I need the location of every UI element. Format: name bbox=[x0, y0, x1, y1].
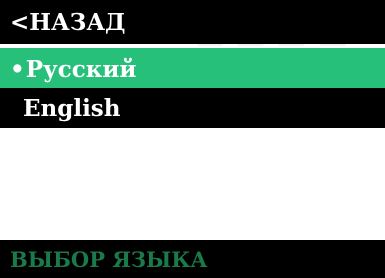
language-menu-screen: <НАЗАД • Русский English ВЫБОР ЯЗЫКА bbox=[0, 0, 385, 278]
screen-title: ВЫБОР ЯЗЫКА bbox=[10, 246, 208, 272]
back-label: <НАЗАД bbox=[10, 8, 126, 36]
back-button[interactable]: <НАЗАД bbox=[0, 0, 385, 44]
language-option-english[interactable]: English bbox=[0, 88, 385, 128]
screen-title-bar: ВЫБОР ЯЗЫКА bbox=[0, 240, 385, 278]
language-option-label: English bbox=[23, 94, 121, 122]
language-option-label: Русский bbox=[25, 55, 137, 83]
selected-marker: • bbox=[10, 55, 25, 83]
language-option-russian[interactable]: • Русский bbox=[0, 48, 385, 90]
